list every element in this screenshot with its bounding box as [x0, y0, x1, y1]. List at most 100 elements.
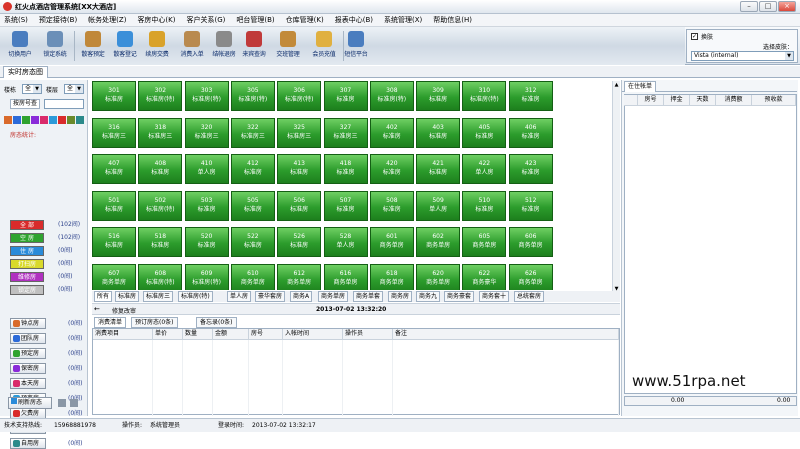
- toolbar-button-10[interactable]: 短信平台: [339, 30, 373, 64]
- room-tile[interactable]: 318 标准房三: [138, 117, 183, 148]
- room-tile[interactable]: 622 商务豪华: [462, 263, 507, 290]
- room-type-tab[interactable]: 商务房: [388, 291, 413, 302]
- room-grid-scrollbar[interactable]: ▲ ▼: [612, 81, 620, 293]
- consume-tab[interactable]: 预订房态(0条): [131, 317, 178, 328]
- room-tile[interactable]: 410 单人房: [184, 154, 229, 184]
- room-type-tab[interactable]: 所有: [94, 291, 113, 302]
- status-button[interactable]: 维修房: [10, 272, 44, 282]
- consume-tab[interactable]: 备忘录(0条): [196, 317, 237, 328]
- menu-bar-counter[interactable]: 吧台管理(B): [236, 15, 274, 25]
- room-type-tab[interactable]: 总统套房: [514, 291, 545, 302]
- building-select[interactable]: 全 ▼: [22, 84, 42, 94]
- settings-icon[interactable]: [58, 399, 66, 407]
- toolbar-button-9[interactable]: 会员充值: [307, 30, 341, 64]
- room-tile[interactable]: 502 标准房(特): [138, 190, 183, 221]
- room-tile[interactable]: 312 标准房: [508, 81, 553, 111]
- room-tile[interactable]: 616 商务单房: [323, 263, 368, 290]
- room-flag-button[interactable]: 钟点房: [10, 318, 46, 329]
- room-tile[interactable]: 516 标准房: [92, 227, 136, 257]
- room-tile[interactable]: 301 标准房: [92, 81, 136, 111]
- room-tile[interactable]: 302 标准房(特): [138, 81, 183, 111]
- room-tile[interactable]: 322 标准房三: [230, 117, 275, 148]
- room-tile[interactable]: 422 单人房: [462, 154, 507, 184]
- menu-reports[interactable]: 报表中心(B): [335, 15, 373, 25]
- room-tile[interactable]: 320 标准房三: [184, 117, 229, 148]
- minimize-button[interactable]: –: [740, 1, 758, 12]
- room-type-tab[interactable]: 豪华套房: [255, 291, 286, 302]
- room-tile[interactable]: 506 标准房: [277, 190, 322, 221]
- room-tile[interactable]: 512 标准房: [508, 190, 553, 221]
- room-tile[interactable]: 316 标准房三: [92, 117, 136, 148]
- room-tile[interactable]: 413 标准房: [277, 154, 322, 184]
- menu-booking[interactable]: 预定接待(B): [39, 15, 77, 25]
- status-button[interactable]: 空 房: [10, 233, 44, 243]
- room-tile[interactable]: 522 标准房: [230, 227, 275, 257]
- room-tile[interactable]: 407 标准房: [92, 154, 136, 184]
- room-tile[interactable]: 309 标准房: [416, 81, 461, 111]
- status-button[interactable]: 住 房: [10, 246, 44, 256]
- maximize-button[interactable]: □: [759, 1, 777, 12]
- room-tile[interactable]: 423 标准房: [508, 154, 553, 184]
- consume-tab[interactable]: 消费清单: [94, 317, 127, 328]
- status-button[interactable]: 打扫房: [10, 259, 44, 269]
- toolbar-button-6[interactable]: 结帐退房: [207, 30, 241, 64]
- room-tile[interactable]: 505 标准房: [230, 190, 275, 221]
- room-flag-button[interactable]: 自用房: [10, 438, 46, 449]
- close-button[interactable]: ×: [778, 1, 796, 12]
- room-type-tab[interactable]: 标准房: [115, 291, 140, 302]
- room-tile[interactable]: 508 标准房: [369, 190, 414, 221]
- room-flag-button[interactable]: 本天房: [10, 378, 46, 389]
- room-type-tab[interactable]: 商务单房: [318, 291, 349, 302]
- room-tile[interactable]: 526 标准房: [277, 227, 322, 257]
- room-type-tab[interactable]: 单人房: [227, 291, 252, 302]
- room-tile[interactable]: 327 标准房三: [323, 117, 368, 148]
- menu-admin[interactable]: 系统管理(X): [384, 15, 422, 25]
- room-flag-button[interactable]: 预定房: [10, 348, 46, 359]
- scroll-up-icon[interactable]: ▲: [613, 81, 620, 89]
- room-type-tab[interactable]: 商务九: [416, 291, 441, 302]
- room-tile[interactable]: 509 单人房: [416, 190, 461, 221]
- roomno-input[interactable]: [44, 99, 84, 109]
- room-tile[interactable]: 606 商务单房: [508, 227, 553, 257]
- toolbar-button-5[interactable]: 消费入单: [175, 30, 209, 64]
- room-type-tab[interactable]: 标准房(特): [178, 291, 213, 302]
- room-tile[interactable]: 609 标准房(特): [184, 263, 229, 290]
- skin-select[interactable]: Vista (internal) ▼: [691, 51, 794, 61]
- toolbar-button-2[interactable]: 散客预定: [76, 30, 110, 64]
- room-tile[interactable]: 520 标准房: [184, 227, 229, 257]
- room-tile[interactable]: 620 商务单房: [416, 263, 461, 290]
- nav-arrow-icon[interactable]: ←: [94, 305, 100, 313]
- room-type-tab[interactable]: 商务套十: [479, 291, 510, 302]
- room-tile[interactable]: 307 标准房: [323, 81, 368, 111]
- room-type-tab[interactable]: 标准房三: [143, 291, 174, 302]
- toolbar-button-4[interactable]: 续房交费: [140, 30, 174, 64]
- skin-checkbox[interactable]: ✓: [691, 33, 698, 40]
- room-tile[interactable]: 612 商务单房: [277, 263, 322, 290]
- room-tile[interactable]: 420 标准房: [369, 154, 414, 184]
- room-flag-button[interactable]: 保密房: [10, 363, 46, 374]
- room-tile[interactable]: 310 标准房(特): [462, 81, 507, 111]
- menu-warehouse[interactable]: 仓库管理(K): [286, 15, 324, 25]
- room-tile[interactable]: 605 商务单房: [462, 227, 507, 257]
- room-tile[interactable]: 412 标准房: [230, 154, 275, 184]
- room-tile[interactable]: 608 标准房(特): [138, 263, 183, 290]
- room-tile[interactable]: 518 标准房: [138, 227, 183, 257]
- toolbar-button-0[interactable]: 切换用户: [3, 30, 37, 64]
- room-type-tab[interactable]: 商务豪套: [444, 291, 475, 302]
- room-tile[interactable]: 626 商务单房: [508, 263, 553, 290]
- room-flag-button[interactable]: 团队房: [10, 333, 46, 344]
- menu-system[interactable]: 系统(S): [4, 15, 28, 25]
- room-tile[interactable]: 501 标准房: [92, 190, 136, 221]
- room-tile[interactable]: 306 标准房(特): [277, 81, 322, 111]
- tab-realtime-room-status[interactable]: 实时房态图: [3, 66, 48, 78]
- toolbar-button-3[interactable]: 散客登记: [108, 30, 142, 64]
- grid-view-icon[interactable]: [70, 399, 78, 407]
- room-tile[interactable]: 507 标准房: [323, 190, 368, 221]
- room-tile[interactable]: 528 单人房: [323, 227, 368, 257]
- menu-help[interactable]: 帮助信息(H): [433, 15, 472, 25]
- tab-in-house-bill[interactable]: 在住帐单: [624, 81, 657, 92]
- refresh-button[interactable]: 刷新房态: [8, 397, 52, 409]
- room-tile[interactable]: 403 标准房: [416, 117, 461, 148]
- room-tile[interactable]: 402 标准房: [369, 117, 414, 148]
- menu-housekeeping[interactable]: 客房中心(K): [137, 15, 175, 25]
